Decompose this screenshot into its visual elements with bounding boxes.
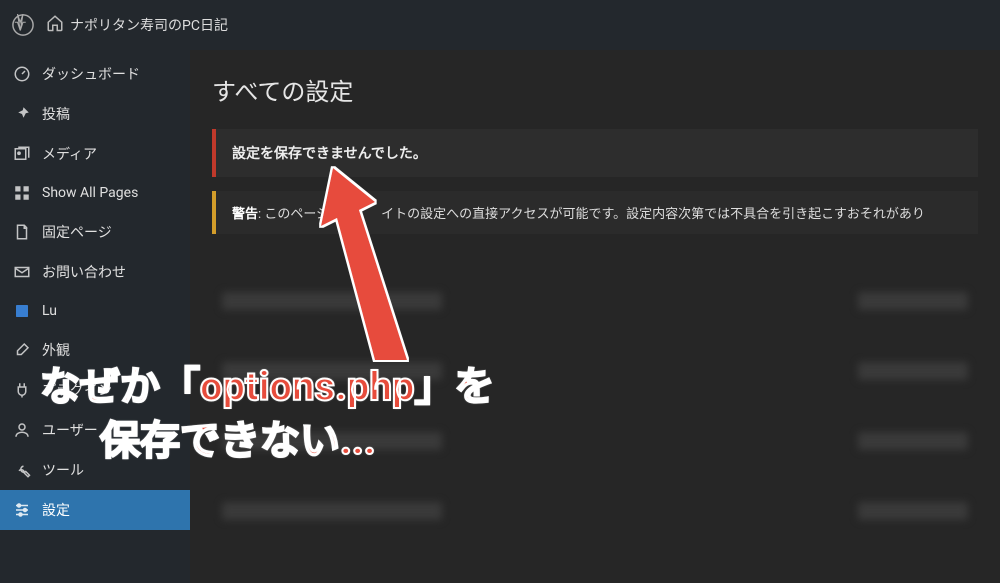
- sidebar-item-appearance[interactable]: 外観: [0, 330, 190, 370]
- user-icon: [12, 421, 32, 439]
- sidebar-item-label: Lu: [42, 303, 57, 319]
- sidebar-item-label: メディア: [42, 144, 97, 164]
- site-title: ナポリタン寿司のPC日記: [70, 15, 228, 35]
- sidebar-item-label: プラグイン: [42, 380, 112, 400]
- sidebar-item-label: ツール: [42, 460, 84, 480]
- sidebar-item-label: 外観: [42, 340, 70, 360]
- dashboard-icon: [12, 65, 32, 83]
- main-content: すべての設定 設定を保存できませんでした。 警告: このページは イトの設定への…: [190, 50, 1000, 583]
- setting-row: [212, 266, 978, 336]
- setting-value-blurred: [858, 502, 968, 520]
- page-icon: [12, 223, 32, 241]
- pages-grid-icon: [12, 184, 32, 202]
- settings-table: [212, 258, 978, 554]
- sidebar-item-label: お問い合わせ: [42, 262, 126, 282]
- admin-sidebar: ダッシュボード 投稿 メディア Show All Pages 固定ページ お問い…: [0, 50, 190, 583]
- brush-icon: [12, 341, 32, 359]
- square-icon: [12, 302, 32, 320]
- setting-row: [212, 336, 978, 406]
- setting-value-blurred: [858, 362, 968, 380]
- setting-label-blurred: [222, 362, 442, 380]
- sidebar-item-label: ユーザー: [42, 420, 98, 440]
- error-notice: 設定を保存できませんでした。: [212, 129, 978, 177]
- sidebar-item-dashboard[interactable]: ダッシュボード: [0, 54, 190, 94]
- plugin-icon: [12, 381, 32, 399]
- sidebar-item-label: 固定ページ: [42, 222, 112, 242]
- setting-label-blurred: [222, 292, 442, 310]
- warning-body: : このページは イトの設定への直接アクセスが可能です。設定内容次第では不具合を…: [258, 207, 925, 222]
- warning-notice: 警告: このページは イトの設定への直接アクセスが可能です。設定内容次第では不具…: [212, 191, 978, 234]
- pin-icon: [12, 105, 32, 123]
- mail-icon: [12, 263, 32, 281]
- sidebar-item-lu[interactable]: Lu: [0, 292, 190, 330]
- sidebar-item-plugins[interactable]: プラグイン: [0, 370, 190, 410]
- sidebar-item-pages[interactable]: 固定ページ: [0, 212, 190, 252]
- admin-top-bar: ナポリタン寿司のPC日記: [0, 0, 1000, 50]
- error-notice-text: 設定を保存できませんでした。: [232, 146, 427, 162]
- sidebar-item-label: 投稿: [42, 104, 70, 124]
- sidebar-item-label: ダッシュボード: [42, 64, 140, 84]
- sidebar-item-tools[interactable]: ツール: [0, 450, 190, 490]
- setting-label-blurred: [222, 432, 442, 450]
- wordpress-logo-icon[interactable]: [12, 14, 34, 36]
- setting-row: [212, 476, 978, 546]
- site-home-link[interactable]: ナポリタン寿司のPC日記: [46, 14, 228, 36]
- sidebar-item-label: Show All Pages: [42, 185, 138, 201]
- wrench-icon: [12, 461, 32, 479]
- sidebar-item-show-all-pages[interactable]: Show All Pages: [0, 174, 190, 212]
- sliders-icon: [12, 501, 32, 519]
- sidebar-item-posts[interactable]: 投稿: [0, 94, 190, 134]
- home-icon: [46, 14, 64, 36]
- warning-prefix: 警告: [232, 207, 258, 222]
- setting-value-blurred: [858, 432, 968, 450]
- sidebar-item-media[interactable]: メディア: [0, 134, 190, 174]
- sidebar-item-settings[interactable]: 設定: [0, 490, 190, 530]
- setting-label-blurred: [222, 502, 442, 520]
- sidebar-item-label: 設定: [42, 500, 70, 520]
- sidebar-item-contact[interactable]: お問い合わせ: [0, 252, 190, 292]
- page-title: すべての設定: [212, 72, 978, 107]
- sidebar-item-users[interactable]: ユーザー: [0, 410, 190, 450]
- setting-value-blurred: [858, 292, 968, 310]
- setting-row: [212, 406, 978, 476]
- media-icon: [12, 145, 32, 163]
